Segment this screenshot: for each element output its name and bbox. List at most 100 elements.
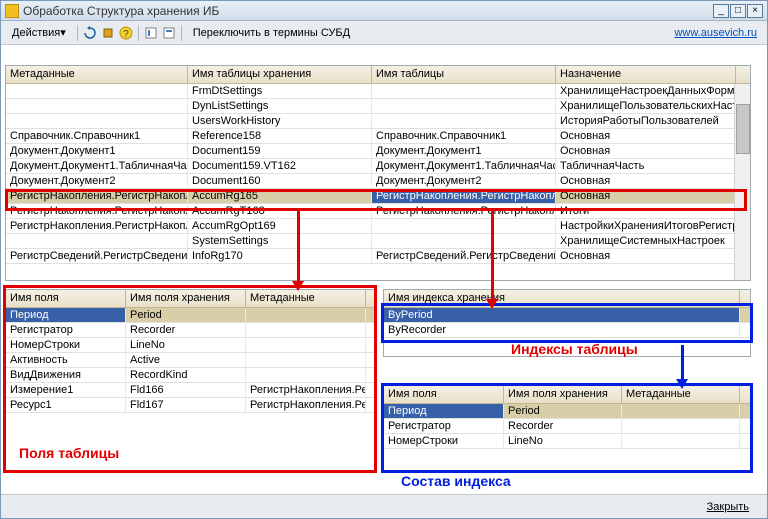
table-cell: [246, 368, 366, 382]
table-row[interactable]: Измерение1Fld166РегистрНакопления.Реги..…: [6, 383, 374, 398]
close-form-button[interactable]: Закрыть: [697, 499, 759, 515]
table-cell: РегистрНакопления.РегистрНакопления1: [6, 219, 188, 233]
column-header[interactable]: Имя таблицы хранения: [188, 66, 372, 83]
main-table[interactable]: МетаданныеИмя таблицы храненияИмя таблиц…: [5, 65, 751, 281]
table-row[interactable]: ВидДвиженияRecordKind: [6, 368, 374, 383]
table-cell: [372, 219, 556, 233]
table-row[interactable]: ByRecorder: [384, 323, 750, 338]
maximize-button[interactable]: □: [730, 4, 746, 18]
table-cell: SystemSettings: [188, 234, 372, 248]
grid-header: Имя поляИмя поля храненияМетаданные: [384, 386, 750, 404]
table-cell: НомерСтроки: [384, 434, 504, 448]
app-icon: [5, 4, 19, 18]
actions-menu[interactable]: Действия ▾: [5, 23, 73, 43]
minimize-button[interactable]: _: [713, 4, 729, 18]
table-cell: Документ.Документ1: [6, 144, 188, 158]
separator: [77, 25, 78, 41]
website-link[interactable]: www.ausevich.ru: [674, 27, 757, 39]
table-row[interactable]: АктивностьActive: [6, 353, 374, 368]
toolbar: Действия ▾ ? Переключить в термины СУБД …: [1, 21, 767, 45]
table-cell: UsersWorkHistory: [188, 114, 372, 128]
table-cell: Итоги: [556, 204, 736, 218]
table-cell: ТабличнаяЧасть: [556, 159, 736, 173]
table-row[interactable]: Документ.Документ1.ТабличнаяЧасть...Docu…: [6, 159, 750, 174]
tool-icon-1[interactable]: [143, 25, 159, 41]
table-cell: Period: [504, 404, 622, 418]
grid-header: МетаданныеИмя таблицы храненияИмя таблиц…: [6, 66, 750, 84]
table-cell: Ресурс1: [6, 398, 126, 412]
table-row[interactable]: UsersWorkHistoryИсторияРаботыПользовател…: [6, 114, 750, 129]
footer: Закрыть: [1, 494, 767, 518]
table-row[interactable]: РегистрСведений.РегистрСведений1InfoRg17…: [6, 249, 750, 264]
table-row[interactable]: ПериодPeriod: [384, 404, 750, 419]
table-row[interactable]: РегистрНакопления.РегистрНакопления1Accu…: [6, 219, 750, 234]
table-row[interactable]: SystemSettingsХранилищеСистемныхНастроек: [6, 234, 750, 249]
table-row[interactable]: FrmDtSettingsХранилищеНастроекДанныхФорм: [6, 84, 750, 99]
table-cell: Reference158: [188, 129, 372, 143]
table-row[interactable]: РегистраторRecorder: [6, 323, 374, 338]
table-cell: РегистрНакопления.РегистрНакопления1: [6, 204, 188, 218]
table-cell: РегистрСведений.РегистрСведений1: [372, 249, 556, 263]
close-button[interactable]: ×: [747, 4, 763, 18]
table-cell: Recorder: [504, 419, 622, 433]
table-row[interactable]: Документ.Документ1Document159Документ.До…: [6, 144, 750, 159]
help-icon[interactable]: ?: [118, 25, 134, 41]
table-row[interactable]: Справочник.Справочник1Reference158Справо…: [6, 129, 750, 144]
table-cell: [372, 99, 556, 113]
table-row[interactable]: НомерСтрокиLineNo: [6, 338, 374, 353]
table-cell: Справочник.Справочник1: [372, 129, 556, 143]
column-header[interactable]: Имя поля: [384, 386, 504, 403]
refresh-icon[interactable]: [82, 25, 98, 41]
table-cell: [622, 404, 740, 418]
table-cell: AccumRgOpt169: [188, 219, 372, 233]
column-header[interactable]: Имя индекса хранения: [384, 290, 740, 307]
tool-icon-2[interactable]: [161, 25, 177, 41]
table-row[interactable]: Документ.Документ2Document160Документ.До…: [6, 174, 750, 189]
settings-icon[interactable]: [100, 25, 116, 41]
table-cell: РегистрНакопления.Реги...: [246, 398, 366, 412]
switch-terms-button[interactable]: Переключить в термины СУБД: [186, 23, 357, 43]
annotation-label-fields: Поля таблицы: [19, 445, 119, 461]
table-row[interactable]: РегистрНакопления.РегистрНакопления1Accu…: [6, 189, 750, 204]
table-row[interactable]: РегистрНакопления.РегистрНакопления1Accu…: [6, 204, 750, 219]
window-title: Обработка Структура хранения ИБ: [23, 4, 713, 18]
table-cell: DynListSettings: [188, 99, 372, 113]
table-cell: [6, 84, 188, 98]
column-header[interactable]: Назначение: [556, 66, 736, 83]
table-cell: Recorder: [126, 323, 246, 337]
table-cell: НастройкиХраненияИтоговРегистраНа...: [556, 219, 736, 233]
table-cell: Основная: [556, 189, 736, 203]
table-row[interactable]: Ресурс1Fld167РегистрНакопления.Реги...: [6, 398, 374, 413]
table-cell: РегистрНакопления.РегистрНакопления1: [372, 189, 556, 203]
column-header[interactable]: Имя поля хранения: [504, 386, 622, 403]
separator: [138, 25, 139, 41]
table-cell: [246, 308, 366, 322]
table-cell: [372, 114, 556, 128]
index-fields-table[interactable]: Имя поляИмя поля храненияМетаданныеПерио…: [383, 385, 751, 471]
table-cell: [246, 323, 366, 337]
table-cell: Документ.Документ1.ТабличнаяЧасть1: [372, 159, 556, 173]
column-header[interactable]: Метаданные: [246, 290, 366, 307]
table-row[interactable]: РегистраторRecorder: [384, 419, 750, 434]
column-header[interactable]: Имя поля: [6, 290, 126, 307]
scrollbar-v[interactable]: [734, 84, 750, 280]
table-cell: Активность: [6, 353, 126, 367]
table-cell: [622, 419, 740, 433]
table-cell: РегистрНакопления.РегистрНакопления1: [6, 189, 188, 203]
table-cell: [6, 234, 188, 248]
table-cell: [6, 114, 188, 128]
titlebar: Обработка Структура хранения ИБ _ □ ×: [1, 1, 767, 21]
separator: [181, 25, 182, 41]
column-header[interactable]: Имя поля хранения: [126, 290, 246, 307]
column-header[interactable]: Метаданные: [6, 66, 188, 83]
table-row[interactable]: DynListSettingsХранилищеПользовательских…: [6, 99, 750, 114]
table-cell: Fld166: [126, 383, 246, 397]
column-header[interactable]: Имя таблицы: [372, 66, 556, 83]
table-row[interactable]: НомерСтрокиLineNo: [384, 434, 750, 449]
fields-table[interactable]: Имя поляИмя поля храненияМетаданныеПерио…: [5, 289, 375, 471]
table-cell: Справочник.Справочник1: [6, 129, 188, 143]
svg-text:?: ?: [123, 29, 129, 40]
table-cell: Fld167: [126, 398, 246, 412]
table-row[interactable]: ПериодPeriod: [6, 308, 374, 323]
table-row[interactable]: ByPeriod: [384, 308, 750, 323]
